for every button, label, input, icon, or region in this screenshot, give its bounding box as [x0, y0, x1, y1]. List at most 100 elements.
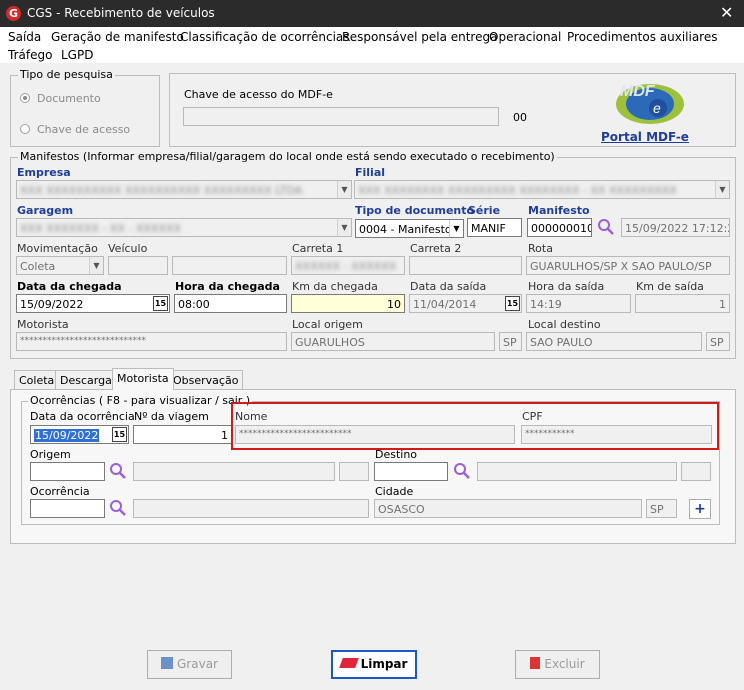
filial-select[interactable]: XXX XXXXXXXX XXXXXXXXX XXXXXXXX - XX XXX… — [354, 180, 730, 199]
tipo-documento-label: Tipo de documento — [355, 204, 475, 217]
save-icon — [161, 657, 173, 669]
chevron-down-icon[interactable]: ▼ — [89, 257, 103, 274]
menu-trafego[interactable]: Tráfego — [8, 48, 52, 62]
radio-chave-label: Chave de acesso — [37, 123, 131, 136]
km-saida-value: 1 — [635, 294, 730, 313]
chevron-down-icon[interactable]: ▼ — [337, 181, 351, 198]
viagem-input[interactable]: 1 — [133, 425, 232, 444]
menu-geracao-manifesto[interactable]: Geração de manifesto — [51, 30, 184, 44]
data-chegada-input[interactable]: 15/09/2022 15 — [16, 294, 170, 313]
search-icon[interactable] — [109, 499, 127, 517]
eraser-icon — [338, 658, 359, 668]
close-icon[interactable]: ✕ — [720, 3, 733, 22]
calendar-icon[interactable]: 15 — [112, 427, 127, 442]
calendar-icon[interactable]: 15 — [505, 296, 520, 311]
hora-chegada-input[interactable]: 08:00 — [174, 294, 287, 313]
carreta2-label: Carreta 2 — [410, 242, 462, 255]
hora-saida-label: Hora da saída — [528, 280, 605, 293]
empresa-value: XXX XXXXXXXXXX XXXXXXXXXX XXXXXXXXX LTDA — [20, 184, 303, 197]
destino-uf — [681, 462, 711, 481]
veiculo-input[interactable] — [108, 256, 168, 275]
menu-responsavel[interactable]: Responsável pela entrega — [342, 30, 497, 44]
search-icon[interactable] — [109, 462, 127, 480]
tipo-documento-select[interactable]: 0004 - Manifesto ▼ — [355, 219, 464, 238]
chevron-down-icon[interactable]: ▼ — [715, 181, 729, 198]
veiculo-desc — [172, 256, 287, 275]
motorista-label: Motorista — [17, 318, 69, 331]
tipo-documento-value: 0004 - Manifesto — [359, 223, 452, 236]
radio-chave-acesso[interactable] — [20, 124, 30, 134]
chevron-down-icon[interactable]: ▼ — [337, 219, 351, 236]
carreta1-input[interactable]: XXXXXX - XXXXXX — [291, 256, 405, 275]
data-saida-input[interactable]: 11/04/2014 15 — [409, 294, 522, 313]
veiculo-label: Veículo — [108, 242, 148, 255]
km-chegada-label: Km da chegada — [292, 280, 378, 293]
serie-input[interactable]: MANIF — [467, 218, 522, 237]
carreta2-input[interactable] — [409, 256, 522, 275]
tab-observacao[interactable]: Observação — [168, 370, 244, 390]
garagem-label: Garagem — [17, 204, 74, 217]
data-chegada-label: Data da chegada — [17, 280, 122, 293]
excluir-button[interactable]: Excluir — [515, 650, 600, 679]
cpf-label: CPF — [522, 410, 543, 423]
data-saida-label: Data da saída — [410, 280, 487, 293]
data-saida-value: 11/04/2014 — [413, 298, 477, 311]
garagem-select[interactable]: XXX XXXXXXX - XX - XXXXXX ▼ — [16, 218, 352, 237]
rota-value: GUARULHOS/SP X SAO PAULO/SP — [526, 256, 730, 275]
cidade-label: Cidade — [375, 485, 414, 498]
movimentacao-value: Coleta — [20, 260, 56, 273]
ocorrencia-input[interactable] — [30, 499, 105, 518]
km-chegada-input[interactable]: 10 — [291, 294, 405, 313]
portal-mdfe-link[interactable]: Portal MDF-e — [601, 130, 689, 144]
cpf-value: *********** — [521, 425, 712, 444]
radio-documento-label: Documento — [37, 92, 101, 105]
data-ocorrencia-label: Data da ocorrência — [30, 410, 135, 423]
app-logo-icon: G — [6, 6, 21, 21]
local-origem-label: Local origem — [292, 318, 363, 331]
origem-label: Origem — [30, 448, 71, 461]
movimentacao-select[interactable]: Coleta ▼ — [16, 256, 104, 275]
destino-input[interactable] — [374, 462, 448, 481]
motorista-value: **************************** — [16, 332, 287, 351]
limpar-button[interactable]: Limpar — [331, 650, 417, 679]
menu-saida[interactable]: Saída — [8, 30, 41, 44]
nome-label: Nome — [235, 410, 268, 423]
menu-bar: Saída Geração de manifesto Classificação… — [0, 27, 744, 63]
data-ocorrencia-value: 15/09/2022 — [34, 429, 100, 442]
manifesto-datetime: 15/09/2022 17:12:21 — [621, 218, 730, 237]
chave-acesso-input[interactable] — [183, 107, 499, 126]
data-ocorrencia-input[interactable]: 15/09/2022 15 — [30, 425, 129, 444]
menu-procedimentos[interactable]: Procedimentos auxiliares — [567, 30, 717, 44]
local-origem-value: GUARULHOS — [291, 332, 495, 351]
search-icon[interactable] — [453, 462, 471, 480]
radio-documento[interactable] — [20, 93, 30, 103]
empresa-label: Empresa — [17, 166, 71, 179]
empresa-select[interactable]: XXX XXXXXXXXXX XXXXXXXXXX XXXXXXXXX LTDA… — [16, 180, 352, 199]
manifesto-label: Manifesto — [528, 204, 590, 217]
menu-classificacao[interactable]: Classificação de ocorrências — [180, 30, 350, 44]
ocorrencia-label: Ocorrência — [30, 485, 90, 498]
tab-coleta[interactable]: Coleta — [14, 370, 60, 390]
nome-value: ************************* — [235, 425, 515, 444]
origem-input[interactable] — [30, 462, 105, 481]
chave-count: 00 — [513, 111, 527, 124]
menu-lgpd[interactable]: LGPD — [61, 48, 93, 62]
cidade-value: OSASCO — [374, 499, 642, 518]
chave-acesso-label: Chave de acesso do MDF-e — [184, 88, 333, 101]
calendar-icon[interactable]: 15 — [153, 296, 168, 311]
tab-descarga[interactable]: Descarga — [55, 370, 117, 390]
hora-chegada-label: Hora da chegada — [175, 280, 280, 293]
svg-text:e: e — [653, 100, 661, 116]
menu-operacional[interactable]: Operacional — [489, 30, 561, 44]
manifesto-input[interactable]: 0000000102 — [527, 218, 592, 237]
tipo-pesquisa-group — [10, 75, 160, 147]
search-icon[interactable] — [597, 218, 615, 236]
chevron-down-icon[interactable]: ▼ — [449, 220, 463, 237]
filial-label: Filial — [355, 166, 386, 179]
tab-motorista[interactable]: Motorista — [112, 368, 174, 390]
gravar-button[interactable]: Gravar — [147, 650, 232, 679]
local-destino-uf: SP — [706, 332, 730, 351]
add-button[interactable]: + — [689, 499, 711, 519]
trash-icon — [530, 657, 541, 669]
ocorrencias-group-label: Ocorrências ( F8 - para visualizar / sai… — [28, 394, 253, 407]
